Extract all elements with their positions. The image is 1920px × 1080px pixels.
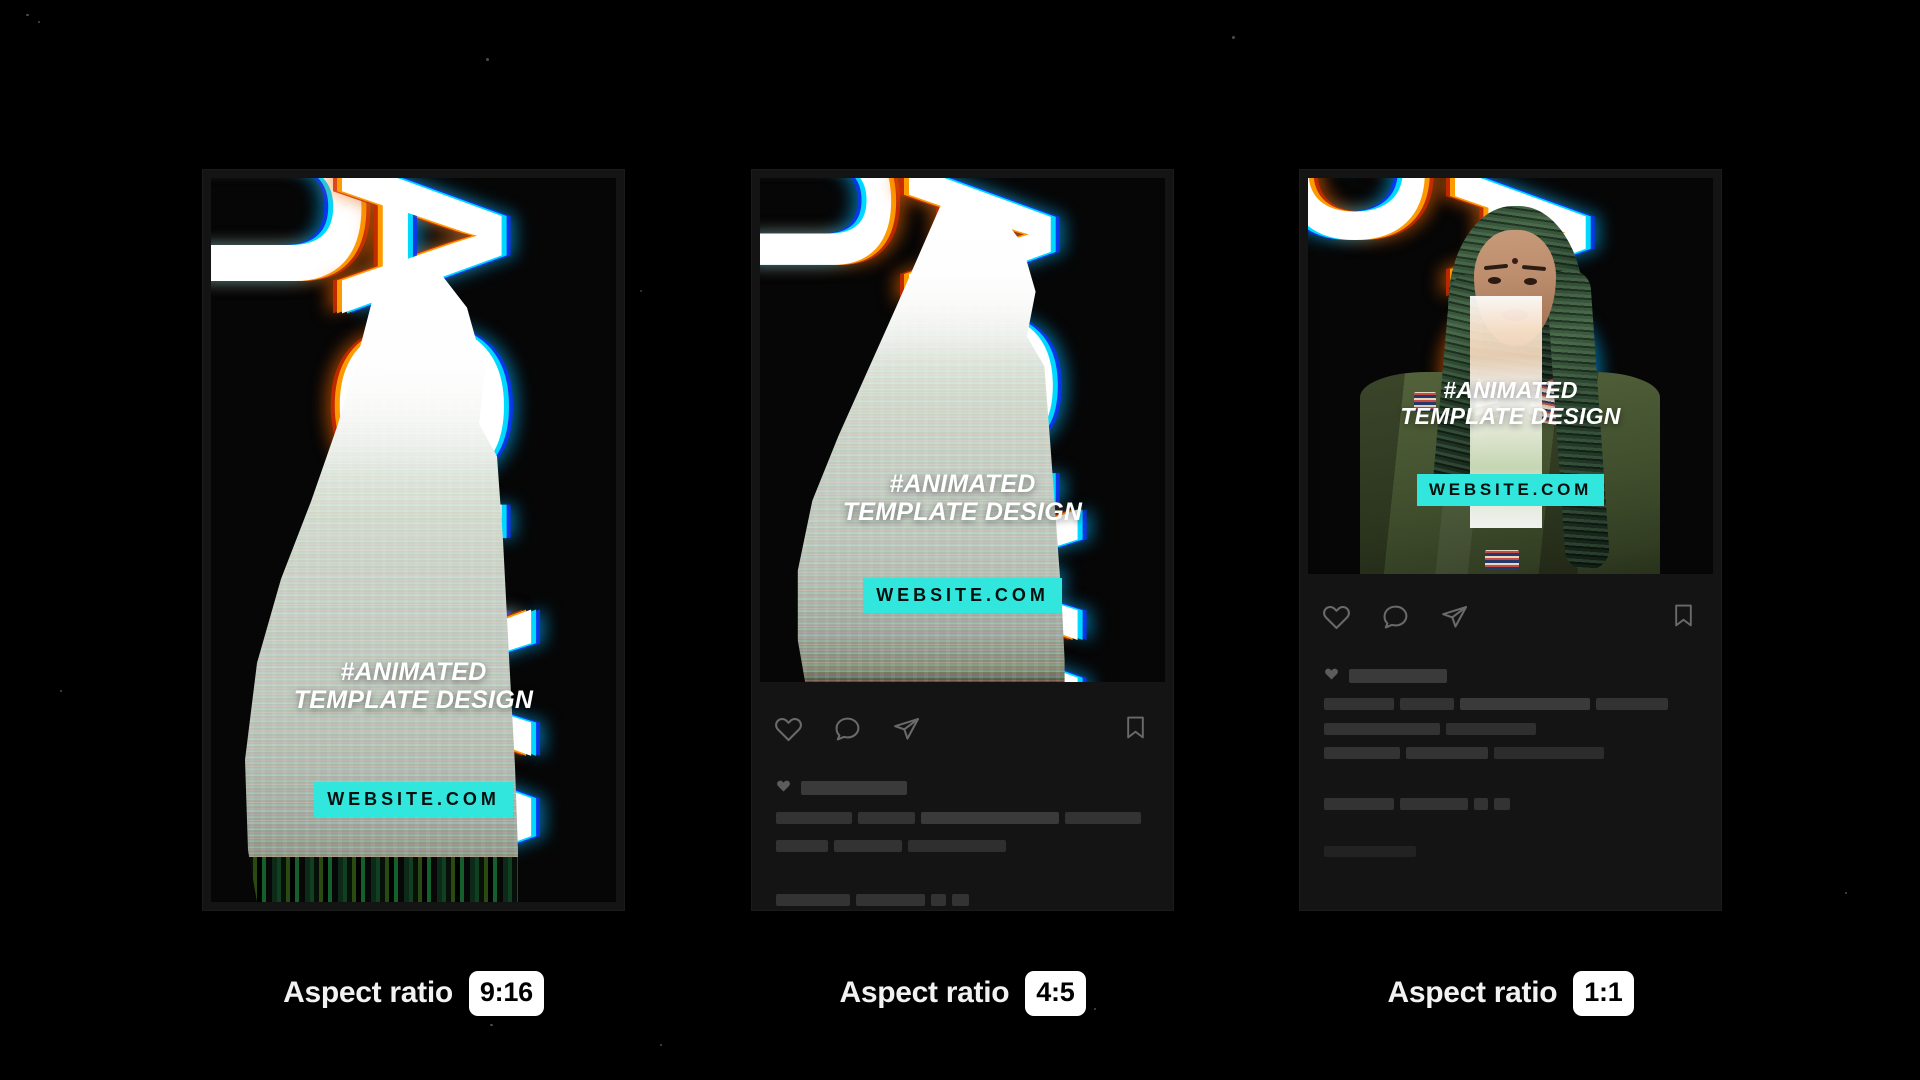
- aspect-ratio-label: Aspect ratio: [839, 976, 1010, 1009]
- dust-speck: [38, 21, 40, 23]
- overlay-copy: #ANIMATED TEMPLATE DESIGN: [1308, 377, 1713, 430]
- artwork-1-1: GU AG VA: [1308, 178, 1713, 582]
- preview-card-1-1[interactable]: GU AG VA: [1300, 170, 1721, 910]
- aspect-ratio-label: Aspect ratio: [283, 976, 453, 1009]
- skeleton-bar: [1324, 846, 1416, 857]
- dust-speck: [26, 14, 29, 16]
- dust-speck: [486, 58, 489, 61]
- bindi: [1512, 258, 1518, 264]
- skeleton-bar: [1324, 723, 1440, 735]
- save-bookmark-icon[interactable]: [1122, 714, 1149, 746]
- liked-by-heart-icon: [776, 778, 791, 798]
- dust-speck: [60, 690, 62, 692]
- artwork-4-5: UR AGU VA #ANIMATED TEMPLATE DESIGN WEBS…: [760, 178, 1165, 690]
- aspect-ratio-value: 4:5: [1025, 970, 1086, 1016]
- instagram-action-row: [774, 714, 921, 743]
- like-heart-icon[interactable]: [774, 714, 803, 743]
- card-frame: UR AGU VA #ANIMATED TEMPLATE DESIGN WEBS…: [752, 170, 1173, 910]
- website-badge[interactable]: WEBSITE.COM: [863, 578, 1062, 613]
- skeleton-bar: [776, 812, 852, 824]
- preview-card-4-5[interactable]: UR AGU VA #ANIMATED TEMPLATE DESIGN WEBS…: [752, 170, 1173, 910]
- skeleton-bar: [801, 781, 907, 795]
- skeleton-bar: [1324, 798, 1394, 810]
- skeleton-bar: [952, 894, 969, 906]
- share-paper-plane-icon[interactable]: [892, 714, 921, 743]
- skeleton-bar: [1324, 747, 1400, 759]
- comment-skeleton-row: [776, 894, 969, 906]
- headline-line-1: #ANIMATED: [1443, 377, 1578, 403]
- website-badge[interactable]: WEBSITE.COM: [1417, 474, 1604, 506]
- headline-line-2: TEMPLATE DESIGN: [842, 498, 1083, 526]
- website-badge-wrap: WEBSITE.COM: [211, 782, 616, 817]
- instagram-action-row: [1322, 602, 1469, 631]
- like-count-skeleton: [1324, 666, 1447, 686]
- dust-speck: [1232, 36, 1235, 39]
- aspect-ratio-value: 1:1: [1573, 970, 1634, 1016]
- skeleton-bar: [1494, 798, 1510, 810]
- share-paper-plane-icon[interactable]: [1440, 602, 1469, 631]
- like-heart-icon[interactable]: [1322, 602, 1351, 631]
- caption-4-5: Aspect ratio 4:5: [752, 965, 1173, 1021]
- skeleton-bar: [776, 840, 828, 852]
- overlay-copy: #ANIMATED TEMPLATE DESIGN: [211, 658, 616, 714]
- skeleton-bar: [1324, 698, 1394, 710]
- liked-by-heart-icon: [1324, 666, 1339, 686]
- instagram-panel-4-5: [752, 682, 1173, 910]
- overlay-copy: #ANIMATED TEMPLATE DESIGN: [760, 470, 1165, 526]
- like-count-skeleton: [776, 778, 907, 798]
- dust-speck: [640, 290, 642, 292]
- website-badge-wrap: WEBSITE.COM: [760, 578, 1165, 613]
- showcase-stage: URV AGU VA #ANIMATED TEMPLATE DESIGN: [0, 0, 1920, 1080]
- preview-card-9-16[interactable]: URV AGU VA #ANIMATED TEMPLATE DESIGN: [203, 170, 624, 910]
- aspect-ratio-label: Aspect ratio: [1387, 976, 1558, 1009]
- skeleton-bar: [908, 840, 1006, 852]
- glitch-bottom-strip: [245, 856, 518, 902]
- headline-line-2: TEMPLATE DESIGN: [1400, 402, 1621, 429]
- instagram-panel-1-1: [1300, 574, 1721, 910]
- dust-speck: [660, 1044, 662, 1046]
- comment-skeleton-row: [1324, 798, 1510, 810]
- skeleton-bar: [1474, 798, 1488, 810]
- headline-line-1: #ANIMATED: [340, 658, 487, 686]
- website-badge[interactable]: WEBSITE.COM: [314, 782, 513, 817]
- comment-bubble-icon[interactable]: [833, 714, 862, 743]
- artwork-9-16: URV AGU VA #ANIMATED TEMPLATE DESIGN: [211, 178, 616, 902]
- skeleton-bar: [1065, 812, 1141, 824]
- skeleton-bar: [834, 840, 902, 852]
- headline-line-1: #ANIMATED: [889, 470, 1036, 498]
- caption-1-1: Aspect ratio 1:1: [1300, 965, 1721, 1021]
- skeleton-bar: [856, 894, 925, 906]
- headline-line-2: TEMPLATE DESIGN: [293, 686, 534, 714]
- skeleton-bar: [1494, 747, 1604, 759]
- skeleton-bar: [776, 894, 850, 906]
- skeleton-bar: [1446, 723, 1536, 735]
- caption-skeleton-row: [1324, 747, 1604, 759]
- chest-patch: [1485, 550, 1519, 570]
- aspect-ratio-value: 9:16: [468, 970, 544, 1016]
- comment-bubble-icon[interactable]: [1381, 602, 1410, 631]
- caption-skeleton-row: [1324, 723, 1536, 735]
- skeleton-bar: [1400, 698, 1454, 710]
- skeleton-bar: [1460, 698, 1590, 710]
- dust-speck: [490, 1024, 493, 1026]
- dust-speck: [1845, 892, 1847, 894]
- skeleton-bar: [931, 894, 946, 906]
- caption-skeleton-row: [1324, 698, 1668, 710]
- card-frame: URV AGU VA #ANIMATED TEMPLATE DESIGN: [203, 170, 624, 910]
- timestamp-skeleton-row: [1324, 846, 1416, 857]
- skeleton-bar: [1406, 747, 1488, 759]
- caption-skeleton-row: [776, 812, 1141, 824]
- caption-9-16: Aspect ratio 9:16: [203, 965, 624, 1021]
- card-frame: GU AG VA: [1300, 170, 1721, 910]
- skeleton-bar: [921, 812, 1059, 824]
- save-bookmark-icon[interactable]: [1670, 602, 1697, 634]
- eye-left: [1488, 277, 1501, 284]
- caption-skeleton-row: [776, 840, 1006, 852]
- website-badge-wrap: WEBSITE.COM: [1308, 474, 1713, 506]
- skeleton-bar: [1400, 798, 1468, 810]
- skeleton-bar: [1596, 698, 1668, 710]
- skeleton-bar: [858, 812, 915, 824]
- eye-right: [1524, 278, 1537, 285]
- skeleton-bar: [1349, 669, 1447, 683]
